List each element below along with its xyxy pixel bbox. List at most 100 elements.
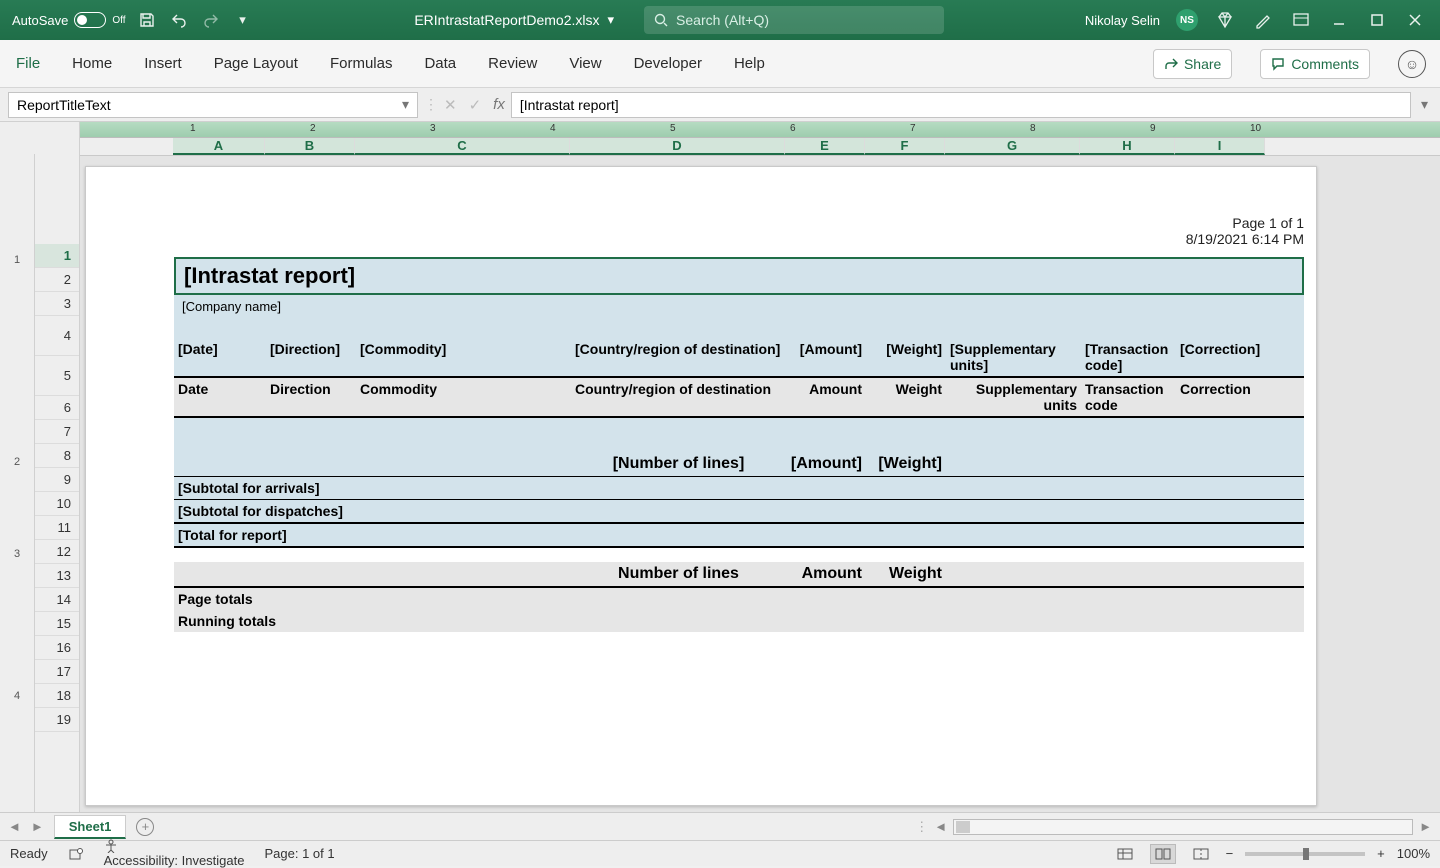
total-for-report[interactable]: [Total for report] <box>174 524 1304 548</box>
row-header[interactable]: 7 <box>35 420 79 444</box>
subtotal-arrivals[interactable]: [Subtotal for arrivals] <box>174 476 1304 499</box>
feedback-smile-icon[interactable]: ☺ <box>1398 50 1426 78</box>
row-header[interactable]: 18 <box>35 684 79 708</box>
col-header-A[interactable]: A <box>173 138 265 155</box>
row-header[interactable]: 17 <box>35 660 79 684</box>
split-handle-icon[interactable]: ⋮ <box>915 819 928 835</box>
report-title-cell[interactable]: [Intrastat report] <box>174 257 1304 295</box>
user-avatar[interactable]: NS <box>1176 9 1198 31</box>
macro-record-icon[interactable] <box>68 846 84 862</box>
pen-icon[interactable] <box>1252 9 1274 31</box>
row-header[interactable]: 11 <box>35 516 79 540</box>
tab-insert[interactable]: Insert <box>142 51 184 76</box>
row-header[interactable]: 13 <box>35 564 79 588</box>
row-header[interactable]: 8 <box>35 444 79 468</box>
tab-formulas[interactable]: Formulas <box>328 51 395 76</box>
col-header-D[interactable]: D <box>570 138 785 155</box>
tab-page-layout[interactable]: Page Layout <box>212 51 300 76</box>
tab-home[interactable]: Home <box>70 51 114 76</box>
undo-icon[interactable] <box>168 9 190 31</box>
page-break-view-icon[interactable] <box>1188 844 1214 864</box>
zoom-in-icon[interactable]: + <box>1377 846 1385 861</box>
row-header[interactable]: 15 <box>35 612 79 636</box>
user-name[interactable]: Nikolay Selin <box>1085 13 1160 28</box>
hdr-commodity[interactable]: Commodity <box>356 378 571 416</box>
qat-overflow-icon[interactable]: ▾ <box>232 9 254 31</box>
hdr-weight-token[interactable]: [Weight] <box>866 338 946 376</box>
row-header[interactable]: 12 <box>35 540 79 564</box>
tab-review[interactable]: Review <box>486 51 539 76</box>
tab-data[interactable]: Data <box>422 51 458 76</box>
row-header[interactable]: 10 <box>35 492 79 516</box>
diamond-icon[interactable] <box>1214 9 1236 31</box>
enter-formula-icon[interactable]: ✓ <box>469 96 482 114</box>
row-header-1[interactable]: 1 <box>35 244 79 268</box>
maximize-icon[interactable] <box>1366 9 1388 31</box>
ribbon-mode-icon[interactable] <box>1290 9 1312 31</box>
hdr-txn-token[interactable]: [Transaction code] <box>1081 338 1176 376</box>
save-icon[interactable] <box>136 9 158 31</box>
redo-icon[interactable] <box>200 9 222 31</box>
company-name-cell[interactable]: [Company name] <box>174 295 1304 318</box>
col-header-E[interactable]: E <box>785 138 865 155</box>
row-header[interactable]: 6 <box>35 396 79 420</box>
close-icon[interactable] <box>1404 9 1426 31</box>
tab-scroll-right-icon[interactable]: ► <box>31 819 44 834</box>
scroll-right-icon[interactable]: ► <box>1419 819 1432 834</box>
filename-menu-icon[interactable]: ▾ <box>608 12 615 28</box>
outline-level-2[interactable]: 2 <box>0 456 34 468</box>
hdr-date-token[interactable]: [Date] <box>174 338 266 376</box>
hdr-country[interactable]: Country/region of destination <box>571 378 786 416</box>
hdr-date[interactable]: Date <box>174 378 266 416</box>
share-button[interactable]: Share <box>1153 49 1232 79</box>
hdr-commodity-token[interactable]: [Commodity] <box>356 338 571 376</box>
expand-formula-icon[interactable]: ▾ <box>1417 96 1432 113</box>
col-header-C[interactable]: C <box>355 138 570 155</box>
tab-view[interactable]: View <box>567 51 603 76</box>
hdr-direction[interactable]: Direction <box>266 378 356 416</box>
accessibility-status[interactable]: Accessibility: Investigate <box>104 839 245 868</box>
num-lines-token[interactable]: [Number of lines] <box>571 452 786 476</box>
row-header[interactable]: 3 <box>35 292 79 316</box>
sheet-tab-sheet1[interactable]: Sheet1 <box>54 815 127 839</box>
hdr-corr[interactable]: Correction <box>1176 378 1266 416</box>
tab-help[interactable]: Help <box>732 51 767 76</box>
tab-file[interactable]: File <box>14 51 42 76</box>
outline-level-4[interactable]: 4 <box>0 690 34 702</box>
row-header[interactable]: 14 <box>35 588 79 612</box>
col-header-H[interactable]: H <box>1080 138 1175 155</box>
zoom-level[interactable]: 100% <box>1397 846 1430 861</box>
col-header-I[interactable]: I <box>1175 138 1265 155</box>
hdr-amount-token[interactable]: [Amount] <box>786 338 866 376</box>
row-header[interactable]: 5 <box>35 356 79 396</box>
row-header[interactable]: 19 <box>35 708 79 732</box>
row-header[interactable]: 4 <box>35 316 79 356</box>
subtotal-dispatches[interactable]: [Subtotal for dispatches] <box>174 499 1304 524</box>
col-header-G[interactable]: G <box>945 138 1080 155</box>
hdr-corr-token[interactable]: [Correction] <box>1176 338 1266 376</box>
cancel-formula-icon[interactable]: ✕ <box>444 96 457 114</box>
col-header-B[interactable]: B <box>265 138 355 155</box>
hdr-supp[interactable]: Supplementary units <box>946 378 1081 416</box>
outline-level-3[interactable]: 3 <box>0 548 34 560</box>
scroll-left-icon[interactable]: ◄ <box>934 819 947 834</box>
running-totals[interactable]: Running totals <box>174 610 1304 632</box>
footer-amount[interactable]: Amount <box>786 562 866 586</box>
col-header-F[interactable]: F <box>865 138 945 155</box>
hdr-amount[interactable]: Amount <box>786 378 866 416</box>
tab-scroll-left-icon[interactable]: ◄ <box>8 819 21 834</box>
page-totals[interactable]: Page totals <box>174 588 1304 610</box>
tab-developer[interactable]: Developer <box>632 51 704 76</box>
zoom-slider[interactable] <box>1245 852 1365 856</box>
page-layout-view-icon[interactable] <box>1150 844 1176 864</box>
sheet-canvas[interactable]: Page 1 of 1 8/19/2021 6:14 PM [Intrastat… <box>80 156 1440 812</box>
name-box[interactable]: ReportTitleText ▾ <box>8 92 418 118</box>
outline-column[interactable]: 1 2 3 4 <box>0 154 35 812</box>
amount-token[interactable]: [Amount] <box>786 452 866 476</box>
footer-lines[interactable]: Number of lines <box>571 562 786 586</box>
weight-token[interactable]: [Weight] <box>866 452 946 476</box>
normal-view-icon[interactable] <box>1112 844 1138 864</box>
hdr-weight[interactable]: Weight <box>866 378 946 416</box>
zoom-out-icon[interactable]: − <box>1226 846 1234 861</box>
minimize-icon[interactable] <box>1328 9 1350 31</box>
